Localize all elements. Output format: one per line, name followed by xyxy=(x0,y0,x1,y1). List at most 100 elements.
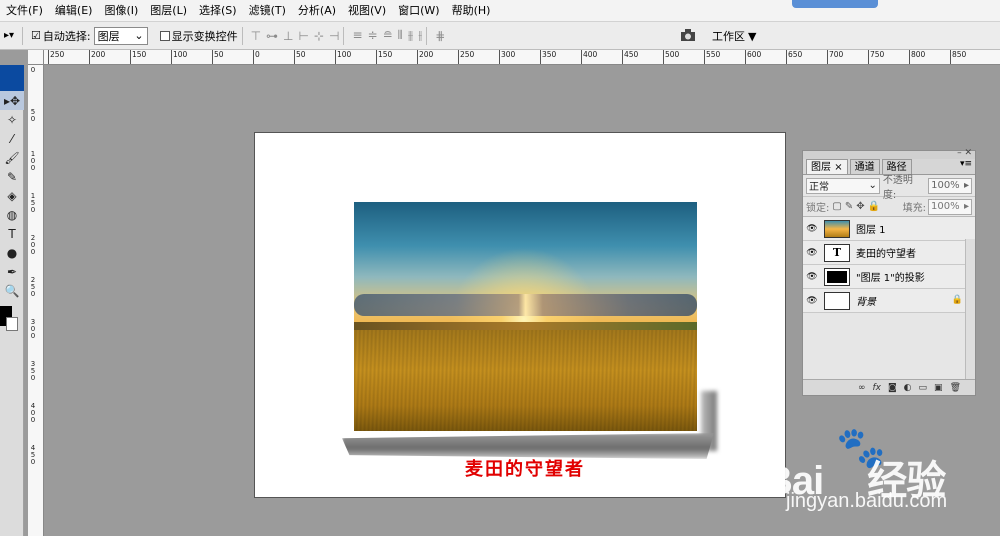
folder-icon[interactable]: ▭ xyxy=(919,383,928,393)
close-icon[interactable]: × xyxy=(834,162,842,173)
distribute-right-icon[interactable]: ⫲ xyxy=(418,28,422,43)
align-buttons-group: ⊤ ⊶ ⊥ ⊢ ⊹ ⊣ xyxy=(251,29,340,43)
distribute-hcenter-icon[interactable]: ⫵ xyxy=(408,28,414,43)
tab-channels[interactable]: 通道 xyxy=(849,159,880,174)
ruler-tick-label: 800 xyxy=(909,50,925,64)
panel-menu-icon[interactable]: ▾≡ xyxy=(960,159,972,174)
ellipse-tool-icon[interactable]: ● xyxy=(0,243,24,262)
adjustment-icon[interactable]: ◐ xyxy=(904,383,912,393)
align-right-icon[interactable]: ⊣ xyxy=(329,29,339,43)
distribute-left-icon[interactable]: ⫴ xyxy=(398,28,403,43)
auto-align-icon[interactable]: ⋕ xyxy=(435,29,445,43)
eye-icon[interactable]: 👁 xyxy=(803,296,821,306)
type-tool-icon[interactable]: T xyxy=(0,224,24,243)
separator xyxy=(426,26,428,45)
lock-options-icons[interactable]: ▢✎✥🔒 xyxy=(832,201,883,212)
panel-titlebar[interactable]: – ✕ xyxy=(803,148,975,159)
eye-icon[interactable]: 👁 xyxy=(803,224,821,234)
layer-row-layer1[interactable]: 👁 图层 1 xyxy=(803,217,975,241)
tab-layers[interactable]: 图层 × xyxy=(806,159,848,174)
toolbox: ▸✥ ✧ ⁄ 🖌 ✎ ◈ ◍ T ● ✒ 🔍 xyxy=(0,65,24,536)
layer-thumbnail xyxy=(824,291,850,310)
ruler-tick-label: 450 xyxy=(622,50,638,64)
ruler-corner[interactable] xyxy=(28,50,44,65)
distribute-vcenter-icon[interactable]: ≑ xyxy=(368,28,378,43)
ruler-tick-label: 100 xyxy=(335,50,351,64)
blend-mode-dropdown[interactable]: 正常 ⌄ xyxy=(806,177,880,194)
layer-thumbnail xyxy=(824,267,850,286)
layer-name: "图层 1"的投影 xyxy=(856,273,925,284)
fill-field[interactable]: 100% ▸ xyxy=(928,198,972,215)
ruler-tick-label: 250 xyxy=(48,50,64,64)
layer-row-shadow[interactable]: 👁 "图层 1"的投影 xyxy=(803,265,975,289)
move-tool-icon[interactable]: ▸✥ xyxy=(0,91,24,110)
separator xyxy=(22,26,23,45)
menu-analysis[interactable]: 分析(A) xyxy=(292,0,342,22)
menu-select[interactable]: 选择(S) xyxy=(193,0,243,22)
pen-tool-icon[interactable]: ✒ xyxy=(0,262,24,281)
auto-align-group: ⋕ xyxy=(435,29,445,43)
eye-icon[interactable]: 👁 xyxy=(803,248,821,258)
distribute-bottom-icon[interactable]: ≘ xyxy=(383,28,393,43)
ruler-tick-label: 3 5 0 xyxy=(30,360,36,382)
menu-filter[interactable]: 滤镜(T) xyxy=(243,0,292,22)
layer-row-background[interactable]: 👁 背景 🔒 xyxy=(803,289,975,313)
layer-name: 背景 xyxy=(856,297,876,308)
auto-select-checkbox[interactable]: ☑ 自动选择: xyxy=(31,28,91,44)
menu-view[interactable]: 视图(V) xyxy=(342,0,392,22)
layers-scrollbar[interactable] xyxy=(965,239,975,379)
align-left-icon[interactable]: ⊢ xyxy=(299,29,309,43)
ruler-tick-label: 850 xyxy=(950,50,966,64)
new-layer-icon[interactable]: ▣ xyxy=(934,383,943,393)
watermark-url: jingyan.baidu.com xyxy=(786,490,948,512)
align-bottom-icon[interactable]: ⊥ xyxy=(283,29,293,43)
ruler-horizontal[interactable]: 250 200 150 100 50 0 50 100 150 200 250 300 350 400 45… xyxy=(44,50,1000,65)
background-color-swatch[interactable] xyxy=(6,317,18,331)
document-canvas[interactable]: 麦田的守望者 xyxy=(254,132,786,498)
auto-select-dropdown[interactable]: 图层 ⌄ xyxy=(93,26,148,45)
blend-mode-value: 正常 xyxy=(809,182,829,193)
ruler-tick-label: 2 5 0 xyxy=(30,276,36,298)
toolbox-header[interactable] xyxy=(0,65,24,91)
opacity-value: 100% xyxy=(931,180,960,191)
ruler-vertical[interactable]: 0 5 0 1 0 0 1 5 0 2 0 0 2 5 0 3 0 0 3 5 0 4 0 0 4… xyxy=(28,65,44,536)
fill-value: 100% xyxy=(931,201,960,212)
menu-edit[interactable]: 编辑(E) xyxy=(49,0,99,22)
baidu-watermark: 🐾 Bai 经验 jingyan.baidu.com xyxy=(760,428,1000,518)
trash-icon[interactable]: 🗑 xyxy=(950,383,961,393)
align-vcenter-icon[interactable]: ⊶ xyxy=(266,29,278,43)
layer-name: 图层 1 xyxy=(856,225,886,236)
layer-row-text[interactable]: 👁 T 麦田的守望者 xyxy=(803,241,975,265)
align-top-icon[interactable]: ⊤ xyxy=(251,29,261,43)
smudge-tool-icon[interactable]: ◍ xyxy=(0,205,24,224)
chevron-right-icon: ▸ xyxy=(963,201,969,212)
tool-preset-dropdown[interactable]: ▸▾ xyxy=(0,30,18,41)
menu-image[interactable]: 图像(I) xyxy=(98,0,144,22)
paint-bucket-tool-icon[interactable]: ◈ xyxy=(0,186,24,205)
show-transform-checkbox[interactable]: 显示变换控件 xyxy=(159,28,238,44)
eyedropper-tool-icon[interactable]: ⁄ xyxy=(0,129,24,148)
zoom-tool-icon[interactable]: 🔍 xyxy=(0,281,24,300)
brush-tool-icon[interactable]: 🖌 xyxy=(0,148,24,167)
distribute-top-icon[interactable]: ≡ xyxy=(352,28,362,43)
align-hcenter-icon[interactable]: ⊹ xyxy=(314,29,324,43)
workspace-label: 工作区 xyxy=(712,30,745,43)
ruler-tick-label: 150 xyxy=(130,50,146,64)
ruler-tick-label: 4 0 0 xyxy=(30,402,36,424)
opacity-field[interactable]: 100% ▸ xyxy=(928,177,972,194)
panel-controls[interactable]: – ✕ xyxy=(957,148,972,158)
fx-icon[interactable]: fx xyxy=(872,383,881,393)
fill-label: 填充: xyxy=(902,203,926,214)
magic-wand-tool-icon[interactable]: ✧ xyxy=(0,110,24,129)
menu-window[interactable]: 窗口(W) xyxy=(392,0,445,22)
mask-icon[interactable]: ◙ xyxy=(888,383,897,393)
eye-icon[interactable]: 👁 xyxy=(803,272,821,282)
camera-icon[interactable] xyxy=(680,28,698,42)
link-icon[interactable]: ∞ xyxy=(858,383,866,393)
menu-layer[interactable]: 图层(L) xyxy=(144,0,193,22)
workspace-button[interactable]: 工作区 ▼ xyxy=(712,26,756,46)
history-brush-tool-icon[interactable]: ✎ xyxy=(0,167,24,186)
ruler-tick-label: 600 xyxy=(745,50,761,64)
menu-file[interactable]: 文件(F) xyxy=(0,0,49,22)
menu-help[interactable]: 帮助(H) xyxy=(446,0,497,22)
